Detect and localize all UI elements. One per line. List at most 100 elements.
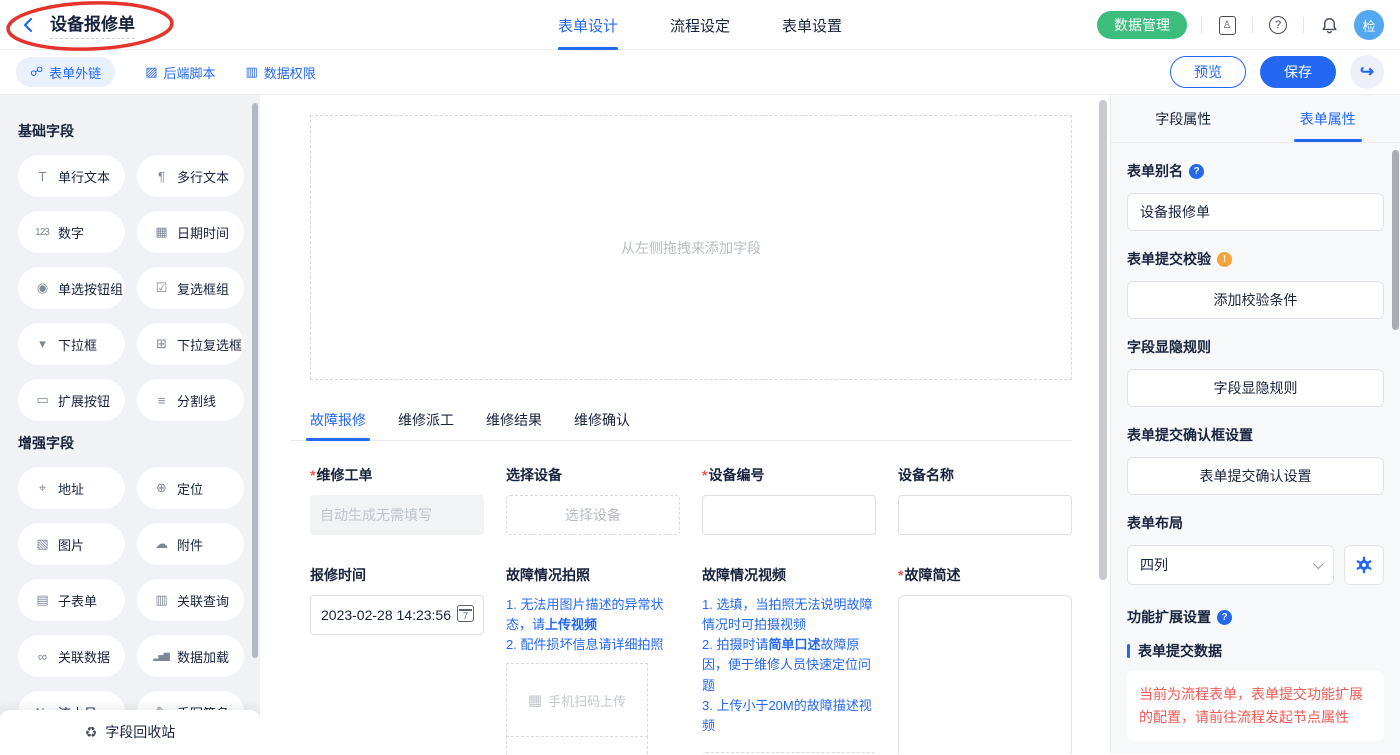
user-avatar[interactable]: 检 xyxy=(1354,10,1384,40)
field-item-radio-group[interactable]: ◉单选按钮组 xyxy=(18,267,125,309)
device-name-input[interactable] xyxy=(898,495,1072,535)
calendar-icon: ▦ xyxy=(153,224,169,240)
field-item-linked-query[interactable]: ▥关联查询 xyxy=(137,579,244,621)
field-recycle-bin[interactable]: ♻ 字段回收站 xyxy=(0,710,260,754)
field-item-extend-button[interactable]: ▭扩展按钮 xyxy=(18,379,125,421)
device-no-input[interactable] xyxy=(702,495,876,535)
preview-button[interactable]: 预览 xyxy=(1170,56,1246,88)
extension-settings-label: 功能扩展设置 xyxy=(1127,607,1211,627)
form-designer-app: 设备报修单 表单设计 流程设定 表单设置 数据管理 ♙ ? 检 ☍ 表单外链 xyxy=(0,0,1400,755)
help-circle-icon[interactable]: ? xyxy=(1217,610,1232,625)
field-select-device: 选择设备 选择设备 xyxy=(506,465,680,535)
section-title-basic-fields: 基础字段 xyxy=(18,121,244,141)
field-item-label: 数字 xyxy=(58,223,84,242)
submit-confirm-button[interactable]: 表单提交确认设置 xyxy=(1127,457,1384,495)
script-icon: ▨ xyxy=(145,64,157,80)
field-item-checkbox-group[interactable]: ☑复选框组 xyxy=(137,267,244,309)
field-item-data-load[interactable]: ▂▅▇ 数据加载 xyxy=(137,635,244,677)
help-circle-icon[interactable]: ? xyxy=(1189,164,1204,179)
tab-form-design[interactable]: 表单设计 xyxy=(558,0,618,50)
field-device-name: 设备名称 xyxy=(898,465,1072,535)
required-mark: * xyxy=(310,467,315,483)
address-book-icon[interactable]: ♙ xyxy=(1216,14,1238,36)
field-item-dropdown[interactable]: ▾下拉框 xyxy=(18,323,125,365)
share-button[interactable]: ↪ xyxy=(1350,55,1384,89)
add-validation-button[interactable]: 添加校验条件 xyxy=(1127,281,1384,319)
divider xyxy=(1201,17,1202,33)
multi-dropdown-icon: ⊞ xyxy=(153,336,169,352)
divider xyxy=(1303,17,1304,33)
linked-query-icon: ▥ xyxy=(153,592,169,608)
qr-scan-upload-button[interactable]: ▦ 手机扫码上传 xyxy=(506,663,648,737)
field-visibility-button[interactable]: 字段显隐规则 xyxy=(1127,369,1384,407)
help-icon[interactable]: ? xyxy=(1267,14,1289,36)
field-item-attachment[interactable]: ☁附件 xyxy=(137,523,244,565)
image-icon: ▧ xyxy=(34,536,50,552)
tab-flow-setting[interactable]: 流程设定 xyxy=(670,0,730,50)
section-title-enhanced-fields: 增强字段 xyxy=(18,433,244,453)
notification-bell-icon[interactable] xyxy=(1318,14,1340,36)
data-permission-button[interactable]: ▥ 数据权限 xyxy=(246,63,316,82)
divider xyxy=(1252,17,1253,33)
tab-form-properties[interactable]: 表单属性 xyxy=(1256,95,1400,142)
canvas-scrollbar[interactable] xyxy=(1099,100,1107,580)
tab-form-setting[interactable]: 表单设置 xyxy=(782,0,842,50)
field-label: 设备编号 xyxy=(708,467,764,483)
layout-select[interactable]: 四列 xyxy=(1127,545,1334,585)
dropzone-hint: 从左侧拖拽来添加字段 xyxy=(621,238,761,258)
sidebar-scrollbar[interactable] xyxy=(252,103,258,658)
form-alias-input[interactable] xyxy=(1127,193,1384,231)
field-item-datetime[interactable]: ▦日期时间 xyxy=(137,211,244,253)
field-item-label: 下拉框 xyxy=(58,335,97,354)
linked-data-icon: ∞ xyxy=(34,649,50,664)
photo-upload-plus-button[interactable]: + xyxy=(506,736,648,754)
window-scrollbar[interactable] xyxy=(1392,150,1399,330)
field-item-label: 子表单 xyxy=(58,591,97,610)
save-button[interactable]: 保存 xyxy=(1260,56,1336,88)
field-item-divider[interactable]: ≡分割线 xyxy=(137,379,244,421)
form-layout-label: 表单布局 xyxy=(1127,513,1183,533)
sub-toolbar: ☍ 表单外链 ▨ 后端脚本 ▥ 数据权限 预览 保存 ↪ xyxy=(0,50,1400,95)
field-label: 故障情况拍照 xyxy=(506,567,590,583)
form-title[interactable]: 设备报修单 xyxy=(50,10,135,39)
bar-chart-icon: ▂▅▇ xyxy=(153,652,169,661)
tab-repair-dispatch[interactable]: 维修派工 xyxy=(398,402,454,440)
tab-repair-confirm[interactable]: 维修确认 xyxy=(574,402,630,440)
field-item-label: 单选按钮组 xyxy=(58,279,123,298)
data-manage-button[interactable]: 数据管理 xyxy=(1097,11,1187,39)
field-item-multi-line-text[interactable]: ¶多行文本 xyxy=(137,155,244,197)
gear-icon xyxy=(1354,555,1374,575)
tab-repair-result[interactable]: 维修结果 xyxy=(486,402,542,440)
field-visibility-label: 字段显隐规则 xyxy=(1127,337,1211,357)
submit-validation-label: 表单提交校验 xyxy=(1127,249,1211,269)
attachment-upload-button[interactable]: ☁ 点击或拖拽附件上传 xyxy=(702,752,876,754)
tab-fault-report[interactable]: 故障报修 xyxy=(310,402,366,440)
field-item-number[interactable]: 123数字 xyxy=(18,211,125,253)
back-icon[interactable] xyxy=(18,14,40,36)
backend-script-button[interactable]: ▨ 后端脚本 xyxy=(145,63,215,82)
field-label: 故障简述 xyxy=(904,567,960,583)
field-item-label: 图片 xyxy=(58,535,84,554)
select-device-button[interactable]: 选择设备 xyxy=(506,495,680,535)
permission-icon: ▥ xyxy=(246,64,258,80)
field-label: 报修时间 xyxy=(310,567,366,583)
field-item-address[interactable]: ⌖地址 xyxy=(18,467,125,509)
work-order-input[interactable] xyxy=(310,495,484,535)
field-item-label: 数据加载 xyxy=(177,647,229,666)
field-item-linked-data[interactable]: ∞关联数据 xyxy=(18,635,125,677)
field-item-multi-dropdown[interactable]: ⊞下拉复选框 xyxy=(137,323,244,365)
tab-field-properties[interactable]: 字段属性 xyxy=(1111,95,1256,142)
form-external-link-button[interactable]: ☍ 表单外链 xyxy=(16,57,115,87)
field-item-single-line-text[interactable]: T单行文本 xyxy=(18,155,125,197)
field-item-subform[interactable]: ▤子表单 xyxy=(18,579,125,621)
field-device-no: *设备编号 xyxy=(702,465,876,535)
layout-settings-button[interactable] xyxy=(1344,545,1384,585)
field-item-image[interactable]: ▧ 图片 xyxy=(18,523,125,565)
field-item-label: 定位 xyxy=(177,479,203,498)
dropzone[interactable]: 从左侧拖拽来添加字段 xyxy=(310,115,1072,380)
required-mark: * xyxy=(702,467,707,483)
fault-desc-textarea[interactable] xyxy=(898,595,1072,754)
calendar-icon[interactable]: 7 xyxy=(457,605,474,622)
field-item-location[interactable]: ⊕定位 xyxy=(137,467,244,509)
field-item-label: 地址 xyxy=(58,479,84,498)
